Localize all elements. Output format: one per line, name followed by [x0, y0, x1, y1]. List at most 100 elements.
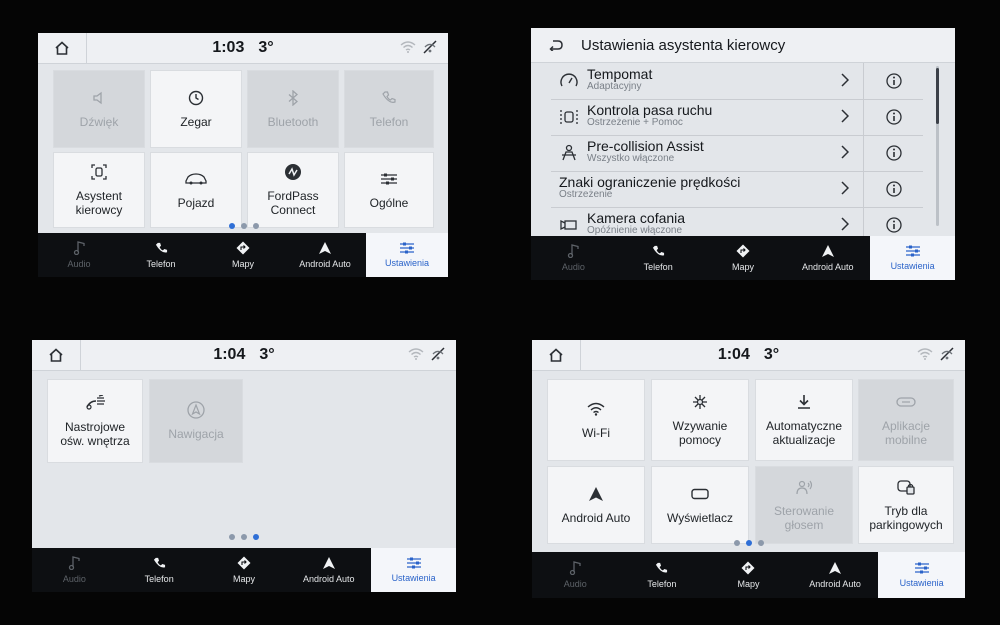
tile-bluetooth[interactable]: Bluetooth — [248, 71, 338, 147]
nav-ustawienia[interactable]: Ustawienia — [878, 552, 965, 598]
nav-telefon[interactable]: Telefon — [120, 233, 202, 277]
nav-ustawienia[interactable]: Ustawienia — [870, 236, 955, 280]
nav-ustawienia[interactable]: Ustawienia — [371, 548, 456, 592]
nav-label: Mapy — [737, 579, 760, 589]
back-button[interactable] — [531, 28, 581, 62]
home-button[interactable] — [532, 340, 581, 370]
status-bar: 1:03 3° — [38, 33, 448, 64]
chevron-right-icon — [841, 109, 849, 123]
phone-icon — [656, 562, 668, 573]
nav-audio[interactable]: Audio — [531, 236, 616, 280]
tile-wyswietlacz[interactable]: Wyświetlacz — [652, 467, 748, 543]
tile-aplikacje-mobilne[interactable]: Aplikacje mobilne — [859, 380, 953, 460]
nav-label: Android Auto — [303, 574, 355, 584]
nav-mapy[interactable]: Mapy — [701, 236, 786, 280]
nav-android-auto[interactable]: Android Auto — [785, 236, 870, 280]
tile-automatyczne-aktualizacje[interactable]: Automatyczne aktualizacje — [756, 380, 852, 460]
tile-nastrojowe-oswietlenie[interactable]: Nastrojowe ośw. wnętrza — [48, 380, 142, 462]
tile-wzywanie-pomocy[interactable]: Wzywanie pomocy — [652, 380, 748, 460]
nav-label: Audio — [563, 579, 587, 589]
nav-label: Mapy — [231, 259, 254, 269]
screen-settings-page-2: 1:04 3° Wi-Fi Wzywanie pomocy Automatycz… — [532, 340, 965, 598]
row-subtitle: Ostrzeżenie + Pomoc — [587, 117, 683, 128]
car-icon — [185, 173, 207, 185]
nav-label: Ustawienia — [899, 578, 944, 588]
info-button[interactable] — [863, 99, 924, 135]
tile-android-auto[interactable]: Android Auto — [548, 467, 644, 543]
no-signal-icon — [423, 40, 437, 54]
nav-label: Mapy — [232, 574, 255, 584]
tile-pojazd[interactable]: Pojazd — [151, 153, 241, 227]
settings-sliders-icon — [400, 242, 414, 254]
tile-label: Dźwięk — [79, 115, 119, 129]
android-auto-icon — [322, 557, 335, 569]
wifi-icon — [587, 402, 605, 416]
download-icon — [798, 395, 810, 409]
map-icon — [236, 241, 250, 255]
scrollbar-thumb[interactable] — [936, 68, 939, 124]
clock-time: 1:04 — [717, 346, 750, 363]
nav-ustawienia[interactable]: Ustawienia — [366, 233, 448, 277]
info-button[interactable] — [863, 135, 924, 171]
info-button[interactable] — [863, 63, 924, 99]
home-button[interactable] — [32, 340, 81, 370]
row-open[interactable]: Kontrola pasa ruchu Ostrzeżenie + Pomoc — [551, 99, 861, 135]
tile-nawigacja[interactable]: Nawigacja — [150, 380, 242, 462]
screen-settings-page-3: 1:04 3° Nastrojowe ośw. wnętrza Nawigacj… — [32, 340, 456, 592]
row-open[interactable]: Pre-collision Assist Wszystko włączone — [551, 135, 861, 171]
tile-dzwiek[interactable]: Dźwięk — [54, 71, 144, 147]
nav-android-auto[interactable]: Android Auto — [792, 552, 879, 598]
camera-icon — [560, 219, 577, 231]
row-open[interactable]: Znaki ograniczenie prędkości Ostrzeżenie — [551, 171, 861, 207]
voice-icon — [796, 480, 813, 495]
nav-mapy[interactable]: Mapy — [202, 233, 284, 277]
info-button[interactable] — [863, 171, 924, 207]
status-bar: 1:04 3° — [532, 340, 965, 371]
nav-telefon[interactable]: Telefon — [619, 552, 706, 598]
tile-label: Telefon — [369, 115, 409, 129]
nav-android-auto[interactable]: Android Auto — [286, 548, 371, 592]
tile-zegar[interactable]: Zegar — [151, 71, 241, 147]
tile-tryb-dla-parkingowych[interactable]: Tryb dla parkingowych — [859, 467, 953, 543]
home-button[interactable] — [38, 33, 87, 63]
page-dot — [253, 223, 259, 229]
wifi-status-icon — [408, 348, 424, 360]
bottom-nav: Audio Telefon Mapy Android Auto Ustawien… — [32, 548, 456, 592]
nav-telefon[interactable]: Telefon — [616, 236, 701, 280]
tile-fordpass-connect[interactable]: FordPass Connect — [248, 153, 338, 227]
nav-audio[interactable]: Audio — [32, 548, 117, 592]
map-icon — [736, 244, 750, 258]
settings-sliders-icon — [905, 245, 920, 257]
info-icon — [886, 145, 902, 161]
page-indicator — [229, 534, 259, 540]
nav-telefon[interactable]: Telefon — [117, 548, 202, 592]
nav-android-auto[interactable]: Android Auto — [284, 233, 366, 277]
tile-wifi[interactable]: Wi-Fi — [548, 380, 644, 460]
nav-label: Ustawienia — [391, 573, 436, 583]
tile-ogolne[interactable]: Ogólne — [345, 153, 433, 227]
row-subtitle: Ostrzeżenie — [559, 189, 613, 200]
list-row-pre-collision: Pre-collision Assist Wszystko włączone — [551, 135, 923, 172]
row-open[interactable]: Tempomat Adaptacyjny — [551, 63, 861, 99]
driver-assist-icon — [91, 164, 107, 180]
page-indicator — [229, 223, 259, 229]
tile-sterowanie-glosem[interactable]: Sterowanie głosem — [756, 467, 852, 543]
page-dot — [241, 223, 247, 229]
bottom-nav: Audio Telefon Mapy Android Auto Ustawien… — [38, 233, 448, 277]
nav-audio[interactable]: Audio — [38, 233, 120, 277]
nav-mapy[interactable]: Mapy — [705, 552, 792, 598]
tile-telefon[interactable]: Telefon — [345, 71, 433, 147]
info-icon — [886, 217, 902, 233]
title-bar: Ustawienia asystenta kierowcy — [531, 28, 955, 63]
page-dot — [253, 534, 259, 540]
tile-asystent-kierowcy[interactable]: Asystent kierowcy — [54, 153, 144, 227]
page-dot — [734, 540, 740, 546]
screen-settings-page-1: 1:03 3° Dźwięk Zegar Bluetooth Telefon A… — [38, 33, 448, 277]
lane-keep-icon — [560, 110, 578, 124]
nav-audio[interactable]: Audio — [532, 552, 619, 598]
page-dot — [758, 540, 764, 546]
status-bar: 1:04 3° — [32, 340, 456, 371]
phone-icon — [382, 91, 396, 103]
row-title: Pre-collision Assist — [587, 138, 704, 154]
nav-mapy[interactable]: Mapy — [202, 548, 287, 592]
